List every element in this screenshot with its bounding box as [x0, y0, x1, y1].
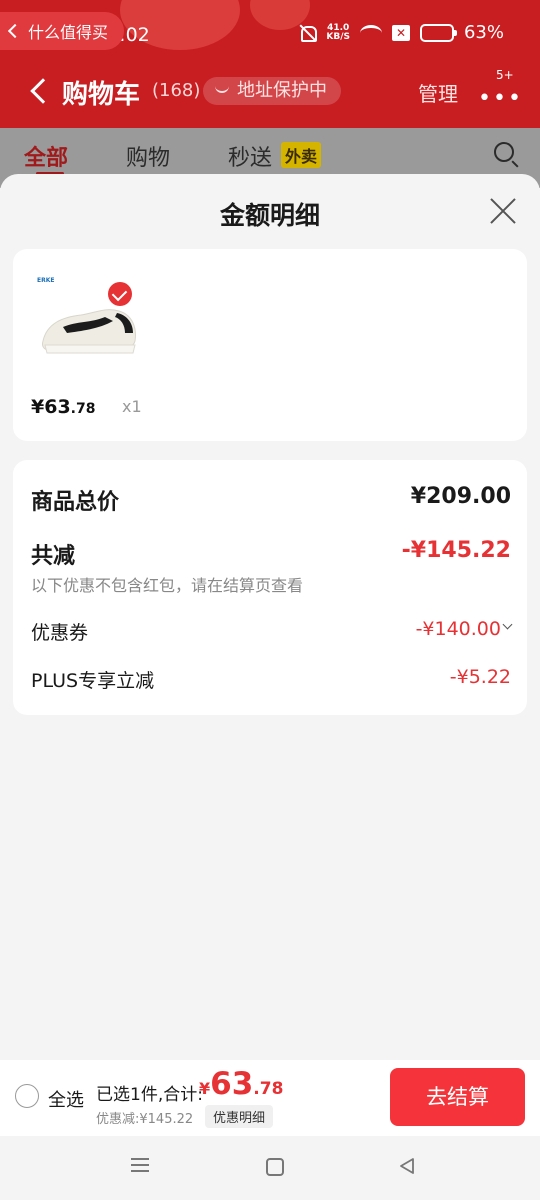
item-price: ¥63.78: [31, 396, 95, 418]
battery-icon: [419, 23, 457, 42]
coupon-value: -¥140.00: [415, 618, 501, 640]
selection-summary: 已选1件,合计:: [96, 1085, 203, 1105]
item-price-dec: .78: [70, 401, 96, 417]
net-speed-unit: KB/S: [326, 31, 350, 42]
system-nav-bar: [0, 1136, 540, 1200]
checkout-button[interactable]: 去结算: [390, 1068, 525, 1126]
mute-bell-icon: [298, 24, 318, 42]
back-to-app-button[interactable]: 什么值得买: [0, 12, 124, 50]
total-label: 商品总价: [31, 490, 120, 515]
sheet-title: 金额明细: [219, 201, 320, 230]
close-icon[interactable]: [488, 196, 518, 226]
tab-instant[interactable]: 秒送: [228, 140, 272, 172]
back-triangle-icon[interactable]: [398, 1157, 416, 1175]
total-price-dec: .78: [253, 1079, 284, 1099]
no-sim-icon: ✕: [391, 24, 410, 41]
item-quantity: x1: [122, 397, 142, 416]
select-all-label[interactable]: 全选: [48, 1086, 84, 1112]
menu-icon[interactable]: [131, 1158, 149, 1172]
net-speed: 41.0 KB/S: [326, 23, 350, 42]
back-app-label: 什么值得买: [28, 23, 109, 42]
total-price: ¥63.78: [199, 1066, 283, 1102]
discount-note-text: 以下优惠不包含红包，请在结算页查看: [31, 576, 304, 595]
search-icon[interactable]: [494, 142, 514, 162]
product-card: ERKE ¥63.78 x1: [13, 249, 527, 441]
manage-button[interactable]: 管理: [418, 78, 458, 107]
status-icons: 41.0 KB/S ✕ 63%: [298, 22, 504, 43]
checkout-bar: 全选 已选1件,合计: ¥63.78 优惠减:¥145.22 优惠明细 去结算: [0, 1060, 540, 1136]
item-price-int: ¥63: [31, 396, 71, 418]
home-icon[interactable]: [266, 1158, 284, 1176]
battery-percent: 63%: [463, 22, 504, 43]
discount-detail-button[interactable]: 优惠明细: [205, 1105, 274, 1128]
back-arrow-icon[interactable]: [30, 78, 56, 104]
tab-shopping[interactable]: 购物: [126, 140, 170, 172]
coupon-label: 优惠券: [31, 622, 89, 644]
page-title: 购物车: [62, 80, 141, 110]
plus-value: -¥5.22: [449, 666, 511, 688]
chevron-left-icon: [7, 23, 23, 39]
wifi-icon: [359, 24, 382, 41]
amount-detail-sheet: 金额明细 ERKE ¥63.78 x1 商品总价 ¥209.00 共减 -¥14…: [0, 174, 540, 1060]
takeout-tag: 外卖: [281, 142, 322, 168]
select-all-radio[interactable]: [15, 1084, 39, 1108]
plus-label: PLUS专享立减: [31, 670, 155, 692]
cart-title-bar: 购物车 (168) 地址保护中 管理 ••• 5+: [0, 68, 540, 114]
total-value: ¥209.00: [410, 484, 511, 509]
total-price-int: 63: [210, 1066, 254, 1102]
reduction-value: -¥145.22: [401, 538, 511, 563]
message-badge: 5+: [496, 68, 514, 82]
more-menu-icon[interactable]: •••: [478, 86, 523, 111]
chevron-down-icon[interactable]: [502, 619, 513, 630]
reduction-label: 共减: [31, 544, 76, 569]
total-price-currency: ¥: [199, 1079, 211, 1098]
selected-check-icon[interactable]: [108, 282, 132, 306]
cart-count: (168): [152, 80, 201, 101]
tab-all[interactable]: 全部: [24, 140, 68, 172]
address-protection-badge[interactable]: 地址保护中: [203, 77, 341, 105]
discount-summary: 优惠减:¥145.22: [96, 1112, 194, 1127]
price-detail-card: 商品总价 ¥209.00 共减 -¥145.22 以下优惠不包含红包，请在结算页…: [13, 460, 527, 715]
